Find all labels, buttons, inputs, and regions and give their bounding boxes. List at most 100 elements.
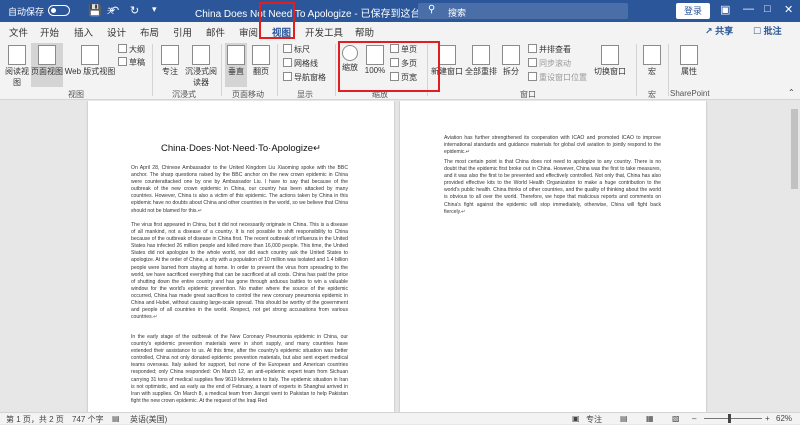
minimize-icon[interactable]: —: [743, 3, 754, 15]
macros-button[interactable]: 宏: [642, 45, 662, 77]
reset-window-position-button[interactable]: 重设窗口位置: [528, 72, 587, 83]
draft-label: 草稿: [129, 58, 145, 67]
immersive-reader-button[interactable]: 沉浸式阅读器: [184, 45, 218, 88]
document-workspace: China·Does·Not·Need·To·Apologize↵ On Apr…: [0, 101, 800, 412]
ribbon-display-icon[interactable]: ▣: [720, 3, 730, 16]
reset-window-position-icon: [528, 72, 537, 81]
ruler-label: 标尺: [294, 45, 310, 54]
read-mode-label: 阅读视图: [5, 67, 29, 87]
properties-label: 属性: [681, 67, 697, 76]
macros-icon: [643, 45, 661, 65]
split-icon: [502, 45, 520, 65]
search-box[interactable]: ⚲ 搜索: [418, 3, 628, 19]
title-bar: 自动保存 关 💾 ↶ ↻ ▾ China Does Not Need To Ap…: [0, 0, 800, 22]
read-mode-status-icon[interactable]: ▤: [620, 414, 628, 423]
language[interactable]: 英语(美国): [130, 414, 167, 425]
print-layout-status-icon[interactable]: ▦: [646, 414, 654, 423]
paragraph: In the early stage of the outbreak of th…: [131, 334, 348, 404]
focus-icon: [161, 45, 179, 65]
web-layout-button[interactable]: Web 版式视图: [64, 45, 116, 77]
group-separator: [221, 44, 222, 96]
paragraph: Aviation has further strengthened its co…: [444, 135, 661, 156]
page-count[interactable]: 第 1 页，共 2 页: [6, 414, 64, 425]
tab-review[interactable]: 审阅: [239, 25, 258, 39]
group-show-label: 显示: [297, 90, 313, 99]
focus-label: 专注: [162, 67, 178, 76]
share-button[interactable]: ↗ 共享: [700, 24, 738, 38]
tab-file[interactable]: 文件: [9, 25, 28, 39]
gridlines-label: 网格线: [294, 59, 318, 68]
view-side-by-side-button[interactable]: 并排查看: [528, 44, 571, 55]
switch-windows-icon: [601, 45, 619, 65]
outline-button[interactable]: 大纲: [118, 44, 145, 55]
vertical-button[interactable]: 垂直: [225, 43, 247, 87]
tab-mailings[interactable]: 邮件: [206, 25, 225, 39]
proofing-icon[interactable]: ▤: [112, 414, 120, 423]
switch-windows-button[interactable]: 切换窗口: [592, 45, 628, 77]
side-to-side-button[interactable]: 翻页: [250, 45, 272, 77]
group-macros-label: 宏: [648, 90, 656, 99]
tab-references[interactable]: 引用: [173, 25, 192, 39]
zoom-slider-thumb[interactable]: [728, 414, 731, 423]
close-icon[interactable]: ✕: [784, 3, 793, 16]
group-window-label: 窗口: [520, 90, 536, 99]
zoom-level[interactable]: 62%: [776, 414, 792, 423]
document-title: China Does Not Need To Apologize - 已保存到这…: [195, 9, 441, 20]
login-button[interactable]: 登录: [676, 3, 710, 19]
web-layout-icon: [81, 45, 99, 65]
maximize-icon[interactable]: □: [764, 3, 771, 15]
status-bar: 第 1 页，共 2 页 747 个字 ▤ 英语(美国) ▣ 专注 ▤ ▦ ▧ –…: [0, 412, 800, 424]
zoom-in-icon[interactable]: +: [765, 414, 770, 423]
synchronous-scrolling-button[interactable]: 同步滚动: [528, 58, 571, 69]
arrange-all-button[interactable]: 全部重排: [465, 45, 497, 77]
gridlines-checkbox[interactable]: 网格线: [283, 58, 318, 69]
word-count[interactable]: 747 个字: [72, 414, 104, 425]
reset-window-position-label: 重设窗口位置: [539, 73, 587, 82]
print-layout-icon: [38, 45, 56, 65]
synchronous-scrolling-label: 同步滚动: [539, 59, 571, 68]
properties-button[interactable]: 属性: [678, 45, 700, 77]
group-separator: [636, 44, 637, 96]
undo-icon[interactable]: ↶: [110, 4, 119, 17]
tab-home[interactable]: 开始: [40, 25, 59, 39]
focus-button[interactable]: 专注: [158, 45, 182, 77]
nav-pane-label: 导航窗格: [294, 73, 326, 82]
split-button[interactable]: 拆分: [500, 45, 522, 77]
group-separator: [152, 44, 153, 96]
split-label: 拆分: [503, 67, 519, 76]
focus-mode-icon[interactable]: ▣: [572, 414, 580, 423]
read-mode-icon: [8, 45, 26, 65]
focus-mode-label[interactable]: 专注: [586, 414, 602, 425]
print-layout-button[interactable]: 页面视图: [31, 43, 63, 87]
ruler-checkbox[interactable]: 标尺: [283, 44, 310, 55]
collapse-ribbon-icon[interactable]: ⌃: [788, 88, 795, 97]
nav-pane-checkbox[interactable]: 导航窗格: [283, 72, 326, 83]
comments-button[interactable]: ☐ 批注: [748, 24, 787, 38]
tab-help[interactable]: 帮助: [355, 25, 374, 39]
group-immersive-label: 沉浸式: [172, 90, 196, 99]
share-icon: ↗: [705, 26, 713, 36]
gridlines-checkbox-box: [283, 58, 292, 67]
customize-qa-icon[interactable]: ▾: [152, 4, 157, 15]
scrollbar-thumb[interactable]: [791, 109, 798, 189]
new-window-icon: [438, 45, 456, 65]
vertical-scrollbar[interactable]: [789, 101, 800, 412]
draft-icon: [118, 57, 127, 66]
share-label: 共享: [715, 26, 734, 36]
tab-insert[interactable]: 插入: [74, 25, 93, 39]
autosave-toggle[interactable]: 关: [48, 5, 114, 16]
outline-label: 大纲: [129, 45, 145, 54]
save-icon[interactable]: 💾: [88, 4, 102, 17]
tab-design[interactable]: 设计: [107, 25, 126, 39]
zoom-out-icon[interactable]: –: [692, 414, 696, 423]
group-separator: [335, 44, 336, 96]
tab-layout[interactable]: 布局: [140, 25, 159, 39]
redo-icon[interactable]: ↻: [130, 4, 139, 17]
zoom-slider[interactable]: [704, 418, 762, 419]
side-to-side-icon: [252, 45, 270, 65]
draft-button[interactable]: 草稿: [118, 57, 145, 68]
group-views-label: 视图: [68, 90, 84, 99]
read-mode-button[interactable]: 阅读视图: [4, 45, 30, 88]
tab-developer[interactable]: 开发工具: [305, 25, 343, 39]
web-layout-status-icon[interactable]: ▧: [672, 414, 680, 423]
